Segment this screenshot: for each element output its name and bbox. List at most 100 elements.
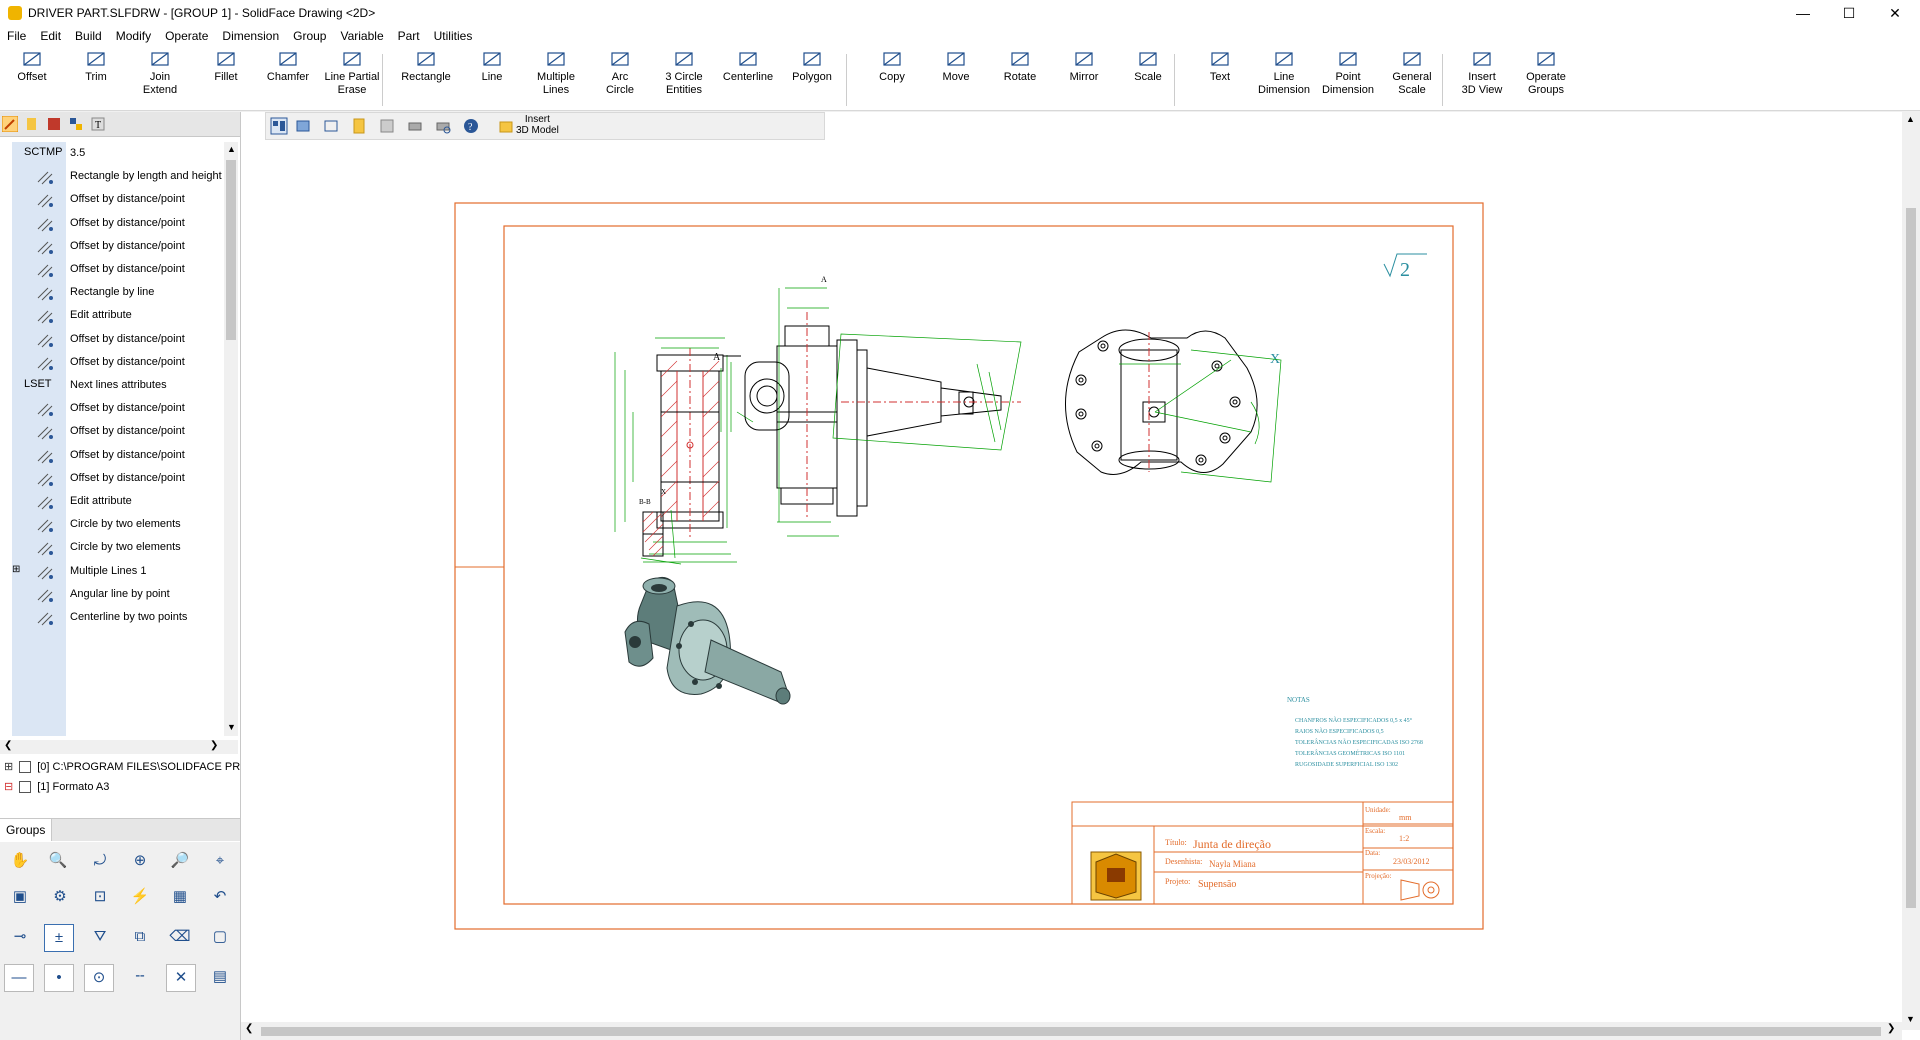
tree-expander-icon[interactable]: ⊟ [4, 781, 13, 793]
snap-mode-icon[interactable]: ⊸ [6, 924, 34, 950]
insert-3d-view-button[interactable]: Insert 3D View [1452, 50, 1512, 97]
text-style-icon[interactable]: T [90, 116, 106, 132]
tree-expander-icon[interactable]: ⊞ [4, 761, 13, 773]
command-row[interactable]: Offset by distance/point [0, 328, 224, 351]
centerline-button[interactable]: Centerline [718, 50, 778, 84]
command-row[interactable]: Offset by distance/point [0, 235, 224, 258]
command-row[interactable]: Rectangle by line [0, 281, 224, 304]
pencil-icon[interactable] [2, 116, 18, 132]
command-row[interactable]: Offset by distance/point [0, 467, 224, 490]
command-row[interactable]: Edit attribute [0, 304, 224, 327]
image-view-icon[interactable]: ▣ [6, 884, 34, 910]
pan-hand-icon[interactable]: ✋ [6, 848, 34, 874]
rectangle-button[interactable]: Rectangle [396, 50, 456, 84]
maximize-button[interactable]: ☐ [1826, 0, 1872, 26]
snap-endpoint-icon[interactable]: — [4, 964, 34, 992]
trim-button[interactable]: Trim [66, 50, 126, 84]
command-list-hscrollbar[interactable]: ❮ ❯ [0, 740, 238, 754]
grid-select-icon[interactable]: ▦ [166, 884, 194, 910]
snap-point-icon[interactable]: ╌ [126, 964, 154, 990]
command-row[interactable]: Edit attribute [0, 490, 224, 513]
line-dimension-button[interactable]: Line Dimension [1254, 50, 1314, 97]
general-scale-button[interactable]: General Scale [1382, 50, 1442, 97]
tree-item[interactable]: ⊞ [0] C:\PROGRAM FILES\SOLIDFACE PR [4, 760, 240, 778]
menu-file[interactable]: File [0, 26, 33, 46]
command-row[interactable]: ⊞ Multiple Lines 1 [0, 560, 224, 583]
drawing-canvas[interactable]: ? Insert 3D Model 2 X A A B-B X NOTAS CH… [241, 112, 1920, 1040]
zoom-window-icon[interactable]: 🔍 [44, 848, 72, 874]
menu-part[interactable]: Part [391, 26, 427, 46]
polygon-button[interactable]: Polygon [782, 50, 842, 84]
line-button[interactable]: Line [462, 50, 522, 84]
canvas-hscroll-thumb[interactable] [261, 1027, 1881, 1036]
lightning-icon[interactable]: ⚡ [126, 884, 154, 910]
add-point-icon[interactable]: ± [44, 924, 74, 952]
zoom-fit-icon[interactable]: ⊡ [86, 884, 114, 910]
fillet-button[interactable]: Fillet [196, 50, 256, 84]
point-dimension-button[interactable]: Point Dimension [1318, 50, 1378, 97]
command-row[interactable]: Offset by distance/point [0, 397, 224, 420]
line-partial-erase-button[interactable]: Line Partial Erase [322, 50, 382, 97]
multiple-lines-button[interactable]: Multiple Lines [526, 50, 586, 97]
canvas-hscrollbar[interactable]: ❮ ❯ [241, 1022, 1902, 1040]
command-row[interactable]: SCTMP 3.5 [0, 142, 224, 165]
canvas-vscroll-thumb[interactable] [1906, 208, 1916, 908]
command-row[interactable]: Angular line by point [0, 583, 224, 606]
command-row[interactable]: Offset by distance/point [0, 420, 224, 443]
arc-circle-button[interactable]: Arc Circle [590, 50, 650, 97]
command-row[interactable]: Offset by distance/point [0, 444, 224, 467]
command-row[interactable]: Offset by distance/point [0, 351, 224, 374]
canvas-vscrollbar[interactable]: ▲ ▼ [1902, 112, 1920, 1030]
undo-icon[interactable]: ↶ [206, 884, 234, 910]
command-row[interactable]: Rectangle by length and height [0, 165, 224, 188]
text-button[interactable]: Text [1190, 50, 1250, 84]
scale-button[interactable]: Scale [1118, 50, 1178, 84]
tree-item[interactable]: ⊟ [1] Formato A3 [4, 780, 109, 798]
close-button[interactable]: ✕ [1872, 0, 1918, 26]
snap-center-icon[interactable]: ⊙ [84, 964, 114, 992]
tab-groups[interactable]: Groups [0, 819, 53, 841]
zoom-in-icon[interactable]: 🔎 [166, 848, 194, 874]
snap-grid-icon[interactable]: ▤ [206, 964, 234, 990]
mirror-button[interactable]: Mirror [1054, 50, 1114, 84]
menu-group[interactable]: Group [286, 26, 333, 46]
eraser-icon[interactable]: ⌫ [166, 924, 194, 950]
settings-gear-icon[interactable]: ⚙ [46, 884, 74, 910]
menu-variable[interactable]: Variable [333, 26, 390, 46]
frame-icon[interactable]: ▢ [206, 924, 234, 950]
zoom-extents-icon[interactable]: ⌖ [206, 848, 234, 874]
snap-midpoint-icon[interactable]: • [44, 964, 74, 992]
command-list-scrollbar[interactable]: ▲ ▼ [224, 142, 238, 736]
copy-button[interactable]: Copy [862, 50, 922, 84]
command-row[interactable]: Circle by two elements [0, 513, 224, 536]
offset-button[interactable]: Offset [2, 50, 62, 84]
expand-icon[interactable]: ⊞ [12, 564, 20, 575]
library-icon[interactable] [46, 116, 62, 132]
minimize-button[interactable]: — [1780, 0, 1826, 26]
zoom-all-icon[interactable]: ⊕ [126, 848, 154, 874]
command-row[interactable]: Offset by distance/point [0, 258, 224, 281]
zoom-previous-icon[interactable]: ⤾ [86, 848, 114, 874]
three-circle-button[interactable]: 3 Circle Entities [654, 50, 714, 97]
copy-view-icon[interactable]: ⧉ [126, 924, 154, 950]
menu-operate[interactable]: Operate [158, 26, 215, 46]
command-row[interactable]: Circle by two elements [0, 536, 224, 559]
command-row[interactable]: Offset by distance/point [0, 188, 224, 211]
drawing-sheet[interactable]: 2 X A A B-B X NOTAS CHANFROS NÃO ESPECIF… [241, 112, 1901, 1022]
join-extend-button[interactable]: Join Extend [130, 50, 190, 97]
menu-modify[interactable]: Modify [109, 26, 158, 46]
menu-utilities[interactable]: Utilities [427, 26, 480, 46]
menu-dimension[interactable]: Dimension [215, 26, 286, 46]
folder-icon[interactable] [24, 116, 40, 132]
command-row[interactable]: Offset by distance/point [0, 212, 224, 235]
command-row[interactable]: LSET Next lines attributes [0, 374, 224, 397]
pencil-icon[interactable] [19, 781, 32, 794]
command-row[interactable]: Centerline by two points [0, 606, 224, 629]
snap-intersection-icon[interactable]: ✕ [166, 964, 196, 992]
menu-build[interactable]: Build [68, 26, 109, 46]
menu-edit[interactable]: Edit [33, 26, 68, 46]
rotate-button[interactable]: Rotate [990, 50, 1050, 84]
move-button[interactable]: Move [926, 50, 986, 84]
chamfer-button[interactable]: Chamfer [258, 50, 318, 84]
filter-icon[interactable]: ⛛ [86, 924, 114, 950]
